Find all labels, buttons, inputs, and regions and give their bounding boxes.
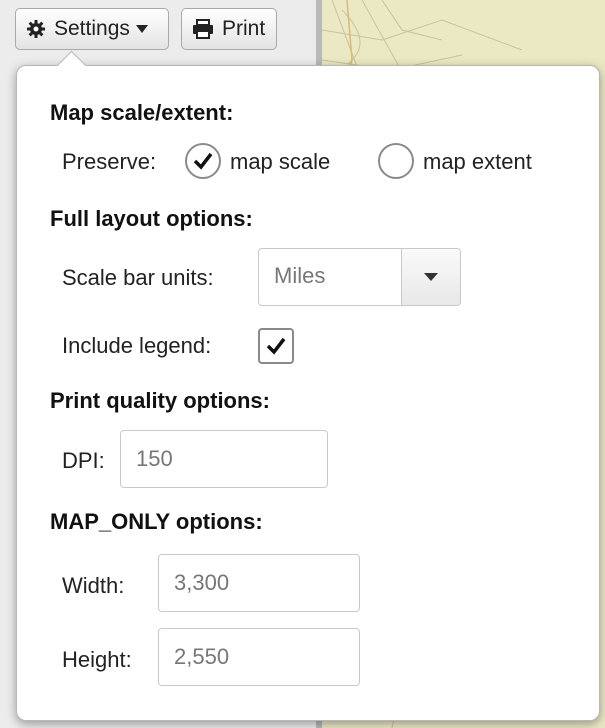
print-settings-popup: Map scale/extent: Preserve: map scale ma… bbox=[16, 50, 600, 721]
print-button[interactable]: Print bbox=[181, 8, 277, 50]
chevron-down-icon bbox=[135, 25, 148, 33]
scale-units-label: Scale bar units: bbox=[62, 265, 214, 290]
include-legend-checkbox[interactable] bbox=[258, 328, 294, 364]
gear-icon bbox=[27, 20, 45, 38]
maponly-section-title: MAP_ONLY options: bbox=[50, 509, 263, 534]
preserve-label: Preserve: bbox=[62, 149, 157, 174]
printer-icon bbox=[193, 19, 213, 39]
checkmark-icon bbox=[193, 152, 213, 170]
settings-button-label: Settings bbox=[54, 17, 130, 40]
dpi-label: DPI: bbox=[62, 448, 105, 473]
height-input[interactable] bbox=[158, 628, 360, 686]
scale-units-select[interactable]: Miles bbox=[258, 248, 461, 306]
width-input[interactable] bbox=[158, 554, 360, 612]
width-label: Width: bbox=[62, 573, 125, 598]
include-legend-label: Include legend: bbox=[62, 333, 212, 358]
dpi-input[interactable] bbox=[120, 430, 328, 488]
map-extent-radio[interactable] bbox=[378, 143, 414, 179]
scale-section-title: Map scale/extent: bbox=[50, 100, 234, 125]
print-button-label: Print bbox=[222, 17, 266, 40]
map-extent-label[interactable]: map extent bbox=[423, 149, 532, 175]
settings-button[interactable]: Settings bbox=[15, 8, 169, 50]
chevron-down-icon bbox=[424, 273, 438, 281]
height-label: Height: bbox=[62, 647, 132, 672]
scale-units-value: Miles bbox=[274, 263, 326, 288]
layout-section-title: Full layout options: bbox=[50, 206, 253, 231]
quality-section-title: Print quality options: bbox=[50, 388, 270, 413]
checkmark-icon bbox=[266, 337, 286, 355]
map-scale-label[interactable]: map scale bbox=[230, 149, 330, 175]
map-scale-radio[interactable] bbox=[185, 143, 221, 179]
scale-units-dropdown-button[interactable] bbox=[401, 249, 460, 305]
